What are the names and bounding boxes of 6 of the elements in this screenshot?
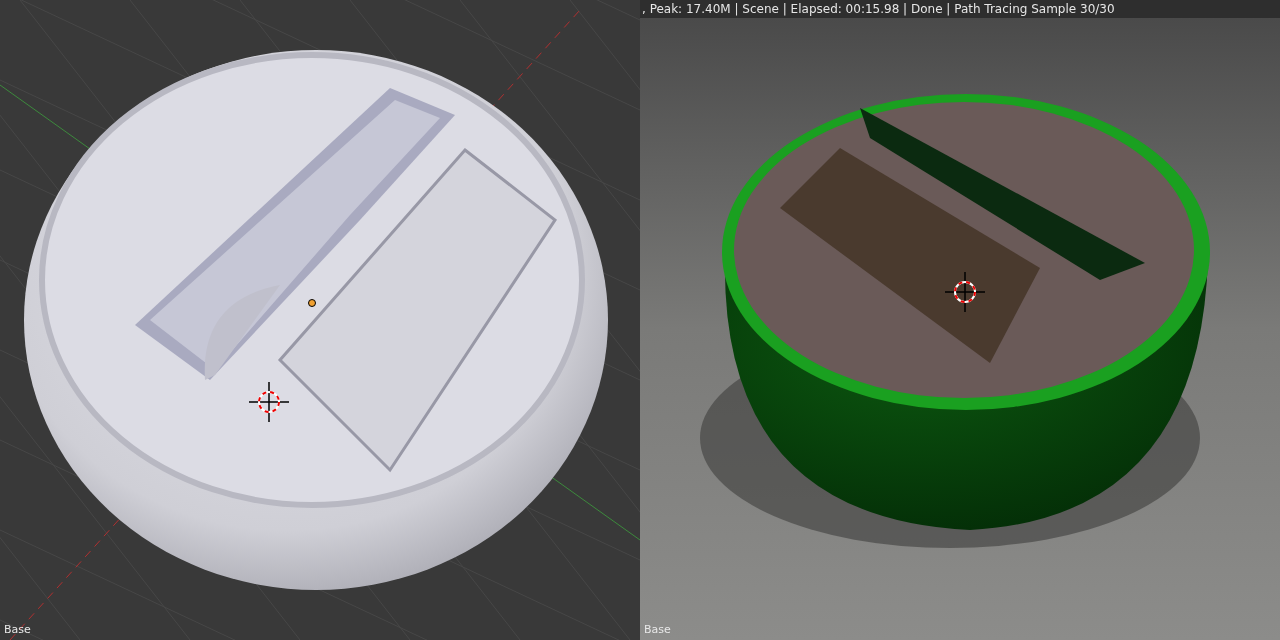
- 3d-cursor-icon: [944, 271, 986, 313]
- 3d-cursor-icon: [248, 381, 290, 423]
- object-name-label: Base: [644, 623, 671, 636]
- object-name-label: Base: [4, 623, 31, 636]
- render-status-text: , Peak: 17.40M | Scene | Elapsed: 00:15.98 | Done | Path Tracing Sample 30/30: [642, 2, 1115, 16]
- origin-dot-icon: [308, 299, 316, 307]
